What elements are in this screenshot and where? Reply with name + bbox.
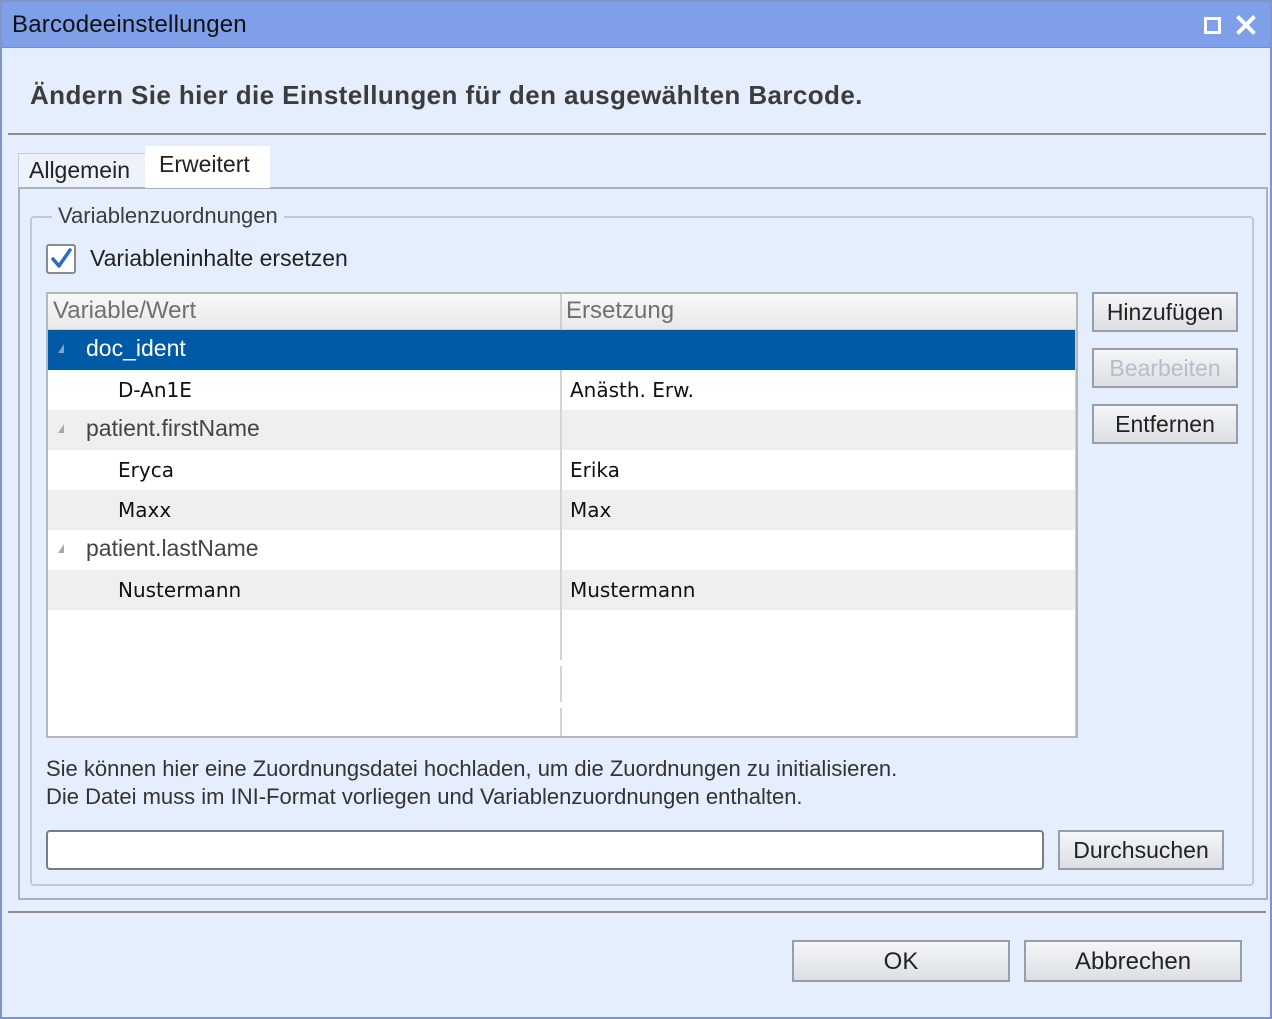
column-header-variable[interactable]: Variable/Wert [53,297,196,325]
browse-button[interactable]: Durchsuchen [1058,830,1224,870]
tab-erweitert[interactable]: Erweitert [145,146,270,188]
cell-divider [560,708,562,736]
group-name: patient.firstName [86,415,260,441]
window-title: Barcodeeinstellungen [12,11,247,38]
cell-divider [560,570,562,610]
info-text-line1: Sie können hier eine Zuordnungsdatei hoc… [46,756,898,781]
close-button[interactable] [1232,10,1260,40]
cell-divider [560,610,562,660]
maximize-icon [1203,16,1221,34]
table-row[interactable]: Maxx Max [48,490,1076,530]
table-row[interactable]: Eryca Erika [48,450,1076,490]
mapping-grid: Variable/Wert Ersetzung doc_ident D-An1E… [46,292,1078,738]
replacement-value: Mustermann [570,578,696,602]
column-divider[interactable] [560,294,562,330]
expand-triangle-icon[interactable] [58,424,64,433]
cancel-button[interactable]: Abbrechen [1024,940,1242,982]
replace-checkbox[interactable] [46,244,76,274]
column-header-replacement[interactable]: Ersetzung [566,297,674,325]
cell-divider [560,530,562,570]
variable-value: D-An1E [118,378,192,402]
table-row-group[interactable]: patient.firstName [48,410,1076,450]
variable-value: Eryca [118,458,174,482]
cell-divider [560,450,562,490]
tab-allgemein[interactable]: Allgemein [18,153,146,187]
table-row[interactable]: Nustermann Mustermann [48,570,1076,610]
close-icon [1236,15,1256,35]
info-text-line2: Die Datei muss im INI-Format vorliegen u… [46,784,803,809]
cell-divider [560,410,562,450]
replacement-value: Erika [570,458,620,482]
cell-divider [560,490,562,530]
dialog-window: Barcodeeinstellungen Ändern Sie hier die… [0,0,1272,1019]
variable-value: Nustermann [118,578,242,602]
edit-button[interactable]: Bearbeiten [1092,348,1238,388]
group-name: doc_ident [86,335,186,361]
dialog-header: Ändern Sie hier die Einstellungen für de… [30,80,863,110]
checkmark-icon [51,248,72,268]
cell-divider [560,370,562,410]
grid-right-edge [1075,330,1076,736]
remove-button[interactable]: Entfernen [1092,404,1238,444]
group-title: Variablenzuordnungen [52,203,284,229]
divider [8,911,1266,913]
expand-triangle-icon[interactable] [58,344,64,353]
grid-header: Variable/Wert Ersetzung [48,294,1076,330]
table-row[interactable]: D-An1E Anästh. Erw. [48,370,1076,410]
replacement-value: Anästh. Erw. [570,378,695,402]
expand-triangle-icon[interactable] [58,544,64,553]
maximize-button[interactable] [1198,10,1226,40]
ok-button[interactable]: OK [792,940,1010,982]
variable-value: Maxx [118,498,172,522]
cell-divider [560,666,562,702]
divider [8,133,1266,135]
table-row-group[interactable]: doc_ident [48,330,1076,370]
group-name: patient.lastName [86,535,259,561]
table-row-group[interactable]: patient.lastName [48,530,1076,570]
title-bar[interactable]: Barcodeeinstellungen [2,2,1270,48]
checkbox-label[interactable]: Variableninhalte ersetzen [90,245,348,272]
replacement-value: Max [570,498,612,522]
file-path-input[interactable] [46,830,1044,870]
add-button[interactable]: Hinzufügen [1092,292,1238,332]
